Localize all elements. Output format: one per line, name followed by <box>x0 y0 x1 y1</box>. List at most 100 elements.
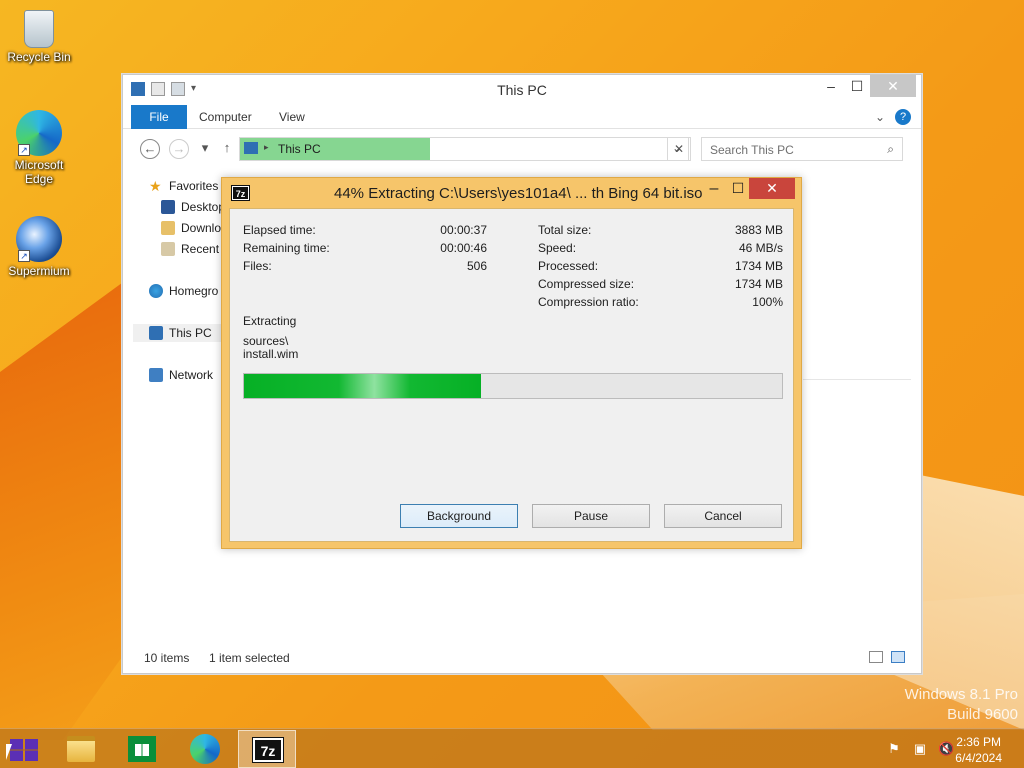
elapsed-time-label: Elapsed time: <box>243 223 316 237</box>
dialog-body: Elapsed time: 00:00:37 Remaining time: 0… <box>229 208 794 542</box>
desktop-icon-edge[interactable]: ↗ Microsoft Edge <box>1 110 77 186</box>
close-button[interactable]: ✕ <box>749 178 795 199</box>
up-button[interactable]: ↑ <box>217 139 237 159</box>
clock-time: 2:36 PM <box>956 735 1001 749</box>
compression-ratio-value: 100% <box>752 295 783 309</box>
desktop-icon-supermium[interactable]: ↗ Supermium <box>1 216 77 278</box>
volume-muted-icon[interactable]: 🔇 <box>938 741 954 757</box>
nav-label: Homegro <box>169 284 219 298</box>
total-size-label: Total size: <box>538 223 592 237</box>
windows-logo-icon <box>10 739 38 761</box>
speed-label: Speed: <box>538 241 577 255</box>
action-center-flag-icon[interactable]: ⚑ <box>886 741 902 757</box>
shortcut-arrow-icon: ↗ <box>18 144 30 156</box>
background-button[interactable]: Background <box>400 504 518 528</box>
ribbon-tabs: File Computer View ⌄ ? <box>123 105 921 129</box>
address-bar[interactable]: ▸ This PC ⌄ <box>239 137 689 161</box>
operation-label: Extracting <box>243 314 297 328</box>
nav-desktop[interactable]: Desktop <box>161 198 225 216</box>
taskbar-file-explorer[interactable] <box>52 730 110 768</box>
status-item-count: 10 items <box>144 651 190 665</box>
shortcut-arrow-icon: ↗ <box>18 250 30 262</box>
extract-progress-bar <box>243 373 783 399</box>
cancel-button[interactable]: Cancel <box>664 504 782 528</box>
address-text: This PC <box>278 142 321 156</box>
explorer-titlebar[interactable]: ▾ This PC – ☐ ✕ <box>123 75 921 105</box>
nav-favorites[interactable]: ★ Favorites <box>149 177 218 195</box>
close-button[interactable]: ✕ <box>870 75 916 97</box>
desktop-icon <box>161 200 175 214</box>
store-icon <box>128 736 156 762</box>
large-icons-view-icon[interactable] <box>891 651 905 663</box>
taskbar-edge[interactable] <box>175 730 233 768</box>
nav-label: Downlo <box>181 221 222 235</box>
nav-recent[interactable]: Recent p <box>161 240 229 258</box>
processed-label: Processed: <box>538 259 599 273</box>
nav-this-pc[interactable]: This PC <box>133 324 233 342</box>
desktop-icon-label: Supermium <box>8 264 70 278</box>
compressed-size-value: 1734 MB <box>734 277 783 291</box>
nav-homegroup[interactable]: Homegro <box>149 282 218 300</box>
expand-ribbon-icon[interactable]: ⌄ <box>875 105 885 129</box>
computer-icon <box>149 326 163 340</box>
details-view-icon[interactable] <box>869 651 883 663</box>
forward-button[interactable]: → <box>169 139 189 159</box>
7zip-icon: 7z <box>252 737 284 763</box>
files-label: Files: <box>243 259 272 273</box>
computer-icon <box>244 142 258 154</box>
network-icon[interactable]: ▣ <box>912 741 928 757</box>
current-file-line: install.wim <box>243 347 299 361</box>
taskbar-7zip[interactable]: 7z <box>238 730 296 768</box>
minimize-button[interactable]: – <box>702 180 726 198</box>
tab-file[interactable]: File <box>131 105 187 129</box>
folder-icon <box>67 736 95 762</box>
current-path-line: sources\ <box>243 334 289 348</box>
status-selection: 1 item selected <box>209 651 290 665</box>
extract-progress-dialog: 7z 44% Extracting C:\Users\yes101a4\ ...… <box>221 177 802 549</box>
stop-button[interactable]: ✕ <box>667 137 691 161</box>
star-icon: ★ <box>149 178 162 194</box>
dialog-titlebar[interactable]: 7z 44% Extracting C:\Users\yes101a4\ ...… <box>222 178 801 208</box>
7zip-icon: 7z <box>231 185 250 201</box>
supermium-icon: ↗ <box>16 216 62 262</box>
tab-computer[interactable]: Computer <box>199 105 252 129</box>
watermark-line: Windows 8.1 Pro <box>904 686 1018 703</box>
help-icon[interactable]: ? <box>895 109 911 125</box>
homegroup-icon <box>149 284 163 298</box>
divider <box>803 379 911 380</box>
pause-button[interactable]: Pause <box>532 504 650 528</box>
desktop-icon-recycle-bin[interactable]: Recycle Bin <box>1 6 77 64</box>
remaining-time-value: 00:00:46 <box>440 241 487 255</box>
edge-icon: ↗ <box>16 110 62 156</box>
address-row: ← → ▾ ↑ ▸ This PC ⌄ ✕ Search This PC ⌕ <box>123 129 921 169</box>
nav-label: This PC <box>169 326 212 340</box>
elapsed-time-value: 00:00:37 <box>440 223 487 237</box>
processed-value: 1734 MB <box>734 259 783 273</box>
mouse-cursor-icon <box>6 744 12 760</box>
recent-locations-icon[interactable]: ▾ <box>195 139 215 159</box>
breadcrumb-chevron-icon: ▸ <box>264 142 269 152</box>
clock-date: 6/4/2024 <box>955 751 1002 765</box>
desktop-icon-label: Recycle Bin <box>7 50 71 64</box>
windows-watermark: Windows 8.1 Pro Build 9600 <box>905 685 1018 725</box>
nav-label: Favorites <box>169 179 219 193</box>
nav-network[interactable]: Network <box>149 366 213 384</box>
recent-places-icon <box>161 242 175 256</box>
nav-label: Desktop <box>181 200 226 214</box>
recycle-bin-icon <box>24 10 54 48</box>
search-icon: ⌕ <box>887 142 894 156</box>
minimize-button[interactable]: – <box>818 75 844 97</box>
tab-view[interactable]: View <box>279 105 305 129</box>
taskbar-store[interactable] <box>113 730 171 768</box>
window-title: This PC <box>497 82 547 98</box>
maximize-button[interactable]: ☐ <box>726 180 750 197</box>
watermark-line: Build 9600 <box>947 706 1018 723</box>
nav-downloads[interactable]: Downlo <box>161 219 221 237</box>
files-value: 506 <box>466 259 487 273</box>
edge-icon <box>190 734 220 764</box>
search-input[interactable]: Search This PC ⌕ <box>701 137 903 161</box>
back-button[interactable]: ← <box>140 139 160 159</box>
status-bar: 10 items 1 item selected <box>123 643 921 673</box>
maximize-button[interactable]: ☐ <box>844 75 870 97</box>
clock[interactable]: 2:36 PM 6/4/2024 <box>955 734 1002 766</box>
